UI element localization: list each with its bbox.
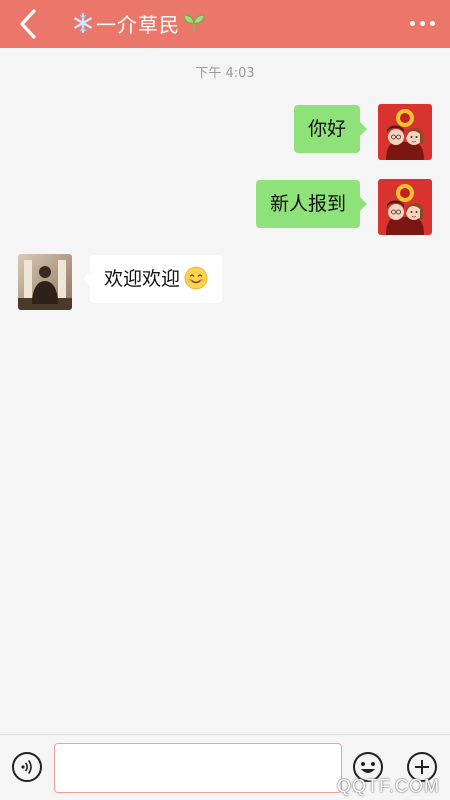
person-photo-avatar	[18, 254, 72, 310]
contact-avatar[interactable]	[18, 254, 72, 310]
message-bubble[interactable]: 你好	[293, 105, 368, 153]
my-avatar[interactable]	[378, 179, 432, 235]
message-bubble[interactable]: 欢迎欢迎	[82, 255, 223, 303]
voice-icon	[21, 760, 32, 774]
chat-header: 一介草民	[0, 0, 450, 48]
chat-area[interactable]: 下午 4:03 你好 新人报到 欢迎欢迎	[0, 48, 450, 734]
message-timestamp: 下午 4:03	[195, 66, 255, 81]
couple-cartoon-avatar	[378, 179, 432, 235]
back-button[interactable]	[8, 4, 48, 44]
message-row: 新人报到	[0, 179, 450, 239]
message-text: 新人报到	[269, 193, 346, 215]
couple-cartoon-avatar	[378, 104, 432, 160]
more-button[interactable]	[402, 8, 442, 38]
chat-title-text: 一介草民	[96, 12, 180, 37]
more-dot	[429, 20, 435, 26]
my-avatar[interactable]	[378, 104, 432, 160]
chevron-left-icon	[20, 9, 36, 39]
message-text: 欢迎欢迎	[104, 268, 181, 290]
chat-title: 一介草民	[72, 8, 206, 38]
message-row: 欢迎欢迎	[0, 254, 450, 314]
more-dot	[419, 20, 425, 26]
voice-button[interactable]	[12, 752, 42, 782]
sprout-icon	[183, 14, 205, 32]
smiling-face-icon	[184, 266, 208, 289]
message-bubble[interactable]: 新人报到	[255, 180, 368, 228]
message-input[interactable]	[54, 743, 342, 793]
snowflake-icon	[74, 12, 92, 34]
message-row: 你好	[0, 104, 450, 164]
watermark-text: QQTF.COM	[337, 776, 440, 796]
message-text: 你好	[307, 118, 346, 140]
more-dot	[409, 20, 415, 26]
